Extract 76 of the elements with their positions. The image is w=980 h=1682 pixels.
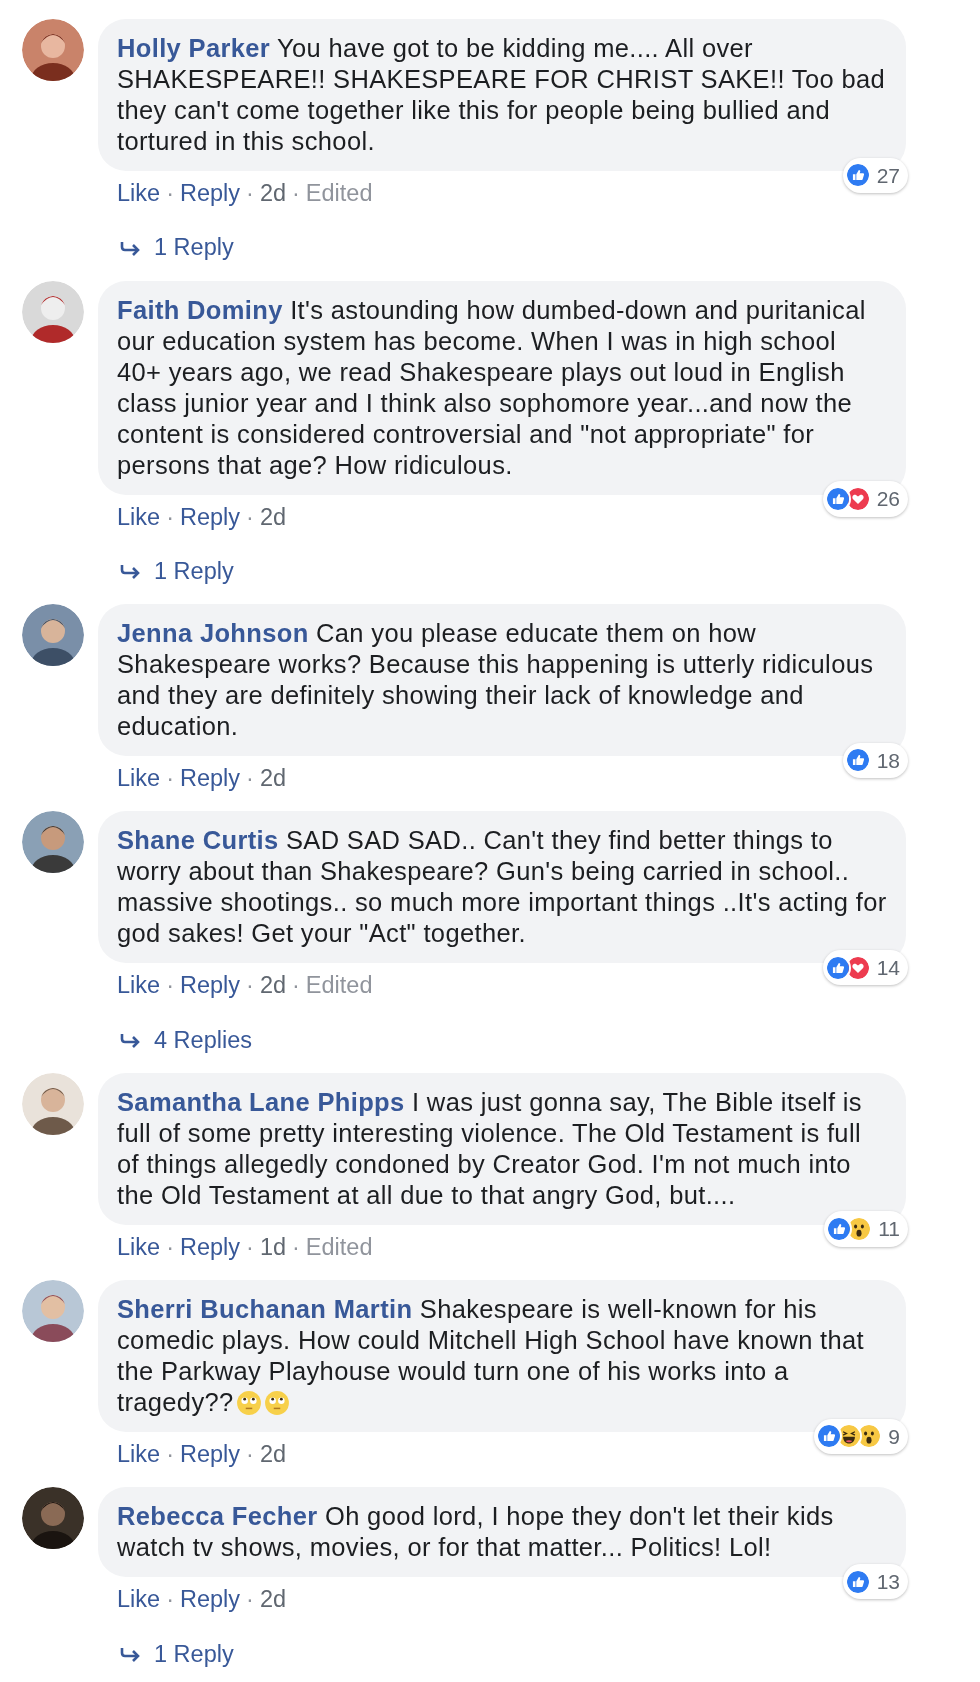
replies-link[interactable]: 4 Replies [120,1022,906,1058]
action-link[interactable]: Reply [179,968,241,1004]
action-link[interactable]: Like [117,499,161,535]
thumbs-up-icon [844,747,871,774]
edited-label: Edited [305,1232,373,1262]
separator-dot: · [166,1440,174,1469]
separator-dot: · [166,1585,174,1615]
edited-label: Edited [305,971,373,1001]
action-link[interactable]: Reply [179,1437,241,1473]
timestamp: 1d [259,1232,286,1262]
action-link[interactable]: Reply [179,1229,241,1265]
separator-dot: · [246,1440,254,1469]
separator-dot: · [246,1232,254,1262]
timestamp: 2d [259,1440,286,1469]
replies-link[interactable]: 1 Reply [120,230,906,266]
comment-text: Faith Dominy It's astounding how dumbed-down and puritanical our education system has become. When I was in high school 40+ years ago, we read Shakespeare plays out loud in English class junior year and I think also sophomore year...and now the content is considered controversial and "not appropriate" for persons that age? How ridiculous. [117,294,867,481]
reaction-badge[interactable]: 9 [814,1418,908,1454]
separator-dot: · [292,971,300,1001]
eye-roll-emoji-icon [235,1390,262,1416]
replies-link[interactable]: 1 Reply [120,553,906,589]
timestamp: 2d [259,502,286,532]
thumbs-up-icon [824,485,851,512]
comment-text: Holly Parker You have got to be kidding me.... All over SHAKESPEARE!! SHAKESPEARE FOR CHRIST SAKE!! Too bad they can't come together like this for people being bullied and tortured in this school. [117,33,887,157]
thumbs-up-icon [844,162,871,189]
timestamp: 2d [259,179,286,208]
timestamp: 2d [259,971,286,1001]
action-link[interactable]: Reply [179,761,241,797]
timestamp: 2d [259,1585,286,1615]
eye-roll-emoji-icon [263,1390,290,1416]
comment-text: Jenna Johnson Can you please educate them on how Shakespeare works? Because this happening is utterly ridiculous and they are definitely showing their lack of knowledge and education. [117,618,875,742]
comment-text: Rebecca Fecher Oh good lord, I hope they don't let their kids watch tv shows, movies, or for that matter... Politics! Lol! [117,1501,835,1564]
separator-dot: · [166,764,174,793]
reply-arrow-icon [120,1032,142,1049]
action-link[interactable]: Reply [179,1582,241,1618]
separator-dot: · [246,502,254,532]
timestamp: 2d [259,764,286,793]
thumbs-up-icon [824,954,851,981]
replies-count: 1 Reply [154,556,234,586]
replies-count: 1 Reply [154,233,234,263]
action-link[interactable]: Reply [179,176,241,212]
action-link[interactable]: Like [117,1582,161,1618]
separator-dot: · [246,764,254,793]
replies-count: 4 Replies [154,1025,252,1055]
reaction-badge[interactable]: 11 [824,1211,908,1247]
action-link[interactable]: Like [117,176,161,212]
comment-text: Shane Curtis SAD SAD SAD.. Can't they find better things to worry about than Shakespeare? Gun's being carried in school.. massive shootings.. so much more important things ..It's acting for god sakes! Get your "Act" together. [117,825,887,950]
reply-arrow-icon [120,1646,142,1663]
reaction-badge[interactable]: 26 [822,481,908,517]
reaction-badge[interactable]: 18 [842,742,908,778]
replies-count: 1 Reply [154,1639,234,1669]
separator-dot: · [246,971,254,1001]
separator-dot: · [246,179,254,208]
reply-arrow-icon [120,563,142,580]
action-link[interactable]: Like [117,761,161,797]
thumbs-up-icon [844,1568,871,1595]
separator-dot: · [292,179,300,208]
reaction-badge[interactable]: 27 [842,157,908,193]
separator-dot: · [166,179,174,208]
reaction-badge[interactable]: 14 [822,949,908,986]
separator-dot: · [166,1232,174,1262]
separator-dot: · [166,502,174,532]
replies-link[interactable]: 1 Reply [120,1636,906,1672]
reaction-badge[interactable]: 13 [842,1563,908,1600]
comment-text: Samantha Lane Phipps I was just gonna say, The Bible itself is full of some pretty interesting violence. The Old Testament is full of things allegedly condoned by Creator God. I'm not much into the Old Testament at all due to that angry God, but.... [117,1086,863,1211]
separator-dot: · [166,971,174,1001]
action-link[interactable]: Reply [179,499,241,535]
thumbs-up-icon [816,1423,843,1450]
separator-dot: · [292,1232,300,1262]
action-link[interactable]: Like [117,1229,161,1265]
thumbs-up-icon [826,1216,853,1242]
action-link[interactable]: Like [117,968,161,1004]
separator-dot: · [246,1585,254,1615]
reply-arrow-icon [120,239,142,256]
edited-label: Edited [305,179,373,208]
action-link[interactable]: Like [117,1437,161,1473]
comment-text: Sherri Buchanan Martin Shakespeare is well-known for his comedic plays. How could Mitchell High School have known that the Parkway Playhouse would turn one of his works into a tragedy?? [117,1294,866,1418]
